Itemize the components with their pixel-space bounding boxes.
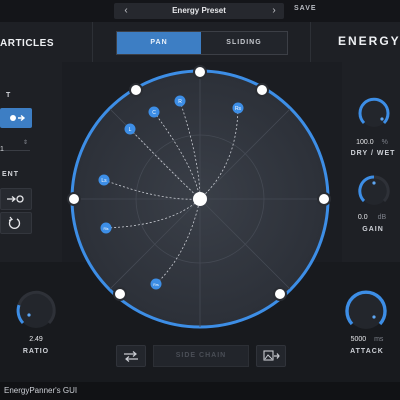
link-button[interactable] — [116, 345, 146, 367]
divider — [92, 22, 93, 62]
attack-knob[interactable] — [342, 286, 390, 334]
drywet-knob[interactable] — [356, 95, 392, 131]
attack-label: ATTACK — [350, 348, 384, 355]
drywet-label: DRY / WET — [350, 150, 396, 157]
gain-number: 0.0 — [357, 214, 368, 221]
speaker-node[interactable] — [113, 287, 127, 301]
attack-value: 5000 ms — [340, 336, 394, 343]
knob-indicator — [380, 117, 384, 121]
refresh-icon — [8, 216, 21, 229]
emitter-label: Rls — [103, 227, 108, 231]
emitter-point[interactable]: Rrs — [150, 278, 162, 290]
divider — [310, 22, 311, 62]
mode-tabs: PAN SLIDING — [116, 31, 288, 55]
speaker-node[interactable] — [129, 83, 143, 97]
gain-knob[interactable] — [356, 173, 392, 209]
drywet-value: 100.0 % — [352, 139, 392, 146]
gain-label: GAIN — [362, 226, 384, 233]
attack-unit: ms — [374, 336, 384, 343]
cycle-arrows-icon — [124, 351, 138, 362]
gain-value: 0.0 dB — [352, 214, 392, 221]
gain-unit: dB — [377, 214, 387, 221]
select-value: 1 — [0, 146, 4, 153]
knob-indicator — [27, 313, 31, 317]
speaker-node[interactable] — [67, 192, 81, 206]
arrow-dot-icon — [7, 195, 24, 203]
ratio-label: RATIO — [22, 348, 50, 355]
emitter-label: L — [129, 127, 132, 133]
footer-caption: EnergyPanner's GUI — [4, 386, 78, 395]
page-title: ENERGY — [338, 34, 400, 48]
section-label: ENT — [2, 171, 19, 178]
image-arrow-icon — [263, 350, 280, 361]
emitter-point[interactable]: C — [148, 106, 160, 118]
ratio-value: 2.49 — [29, 336, 43, 343]
attack-number: 5000 — [350, 336, 367, 343]
save-button[interactable]: SAVE — [294, 5, 317, 12]
emitter-point[interactable]: Rs — [232, 102, 244, 114]
listener-center-point[interactable] — [193, 192, 207, 206]
knob-indicator — [372, 315, 376, 319]
sidechain-button[interactable]: SIDE CHAIN — [153, 345, 249, 367]
chevron-left-icon[interactable]: ‹ — [118, 3, 134, 19]
emitter-point[interactable]: L — [124, 123, 136, 135]
emitter-label: Rrs — [153, 283, 159, 287]
ratio-knob[interactable] — [14, 288, 58, 332]
preset-selector[interactable]: Energy Preset — [114, 3, 284, 19]
emitter-move-button[interactable] — [0, 188, 32, 210]
emitter-add-button[interactable] — [0, 108, 32, 128]
speaker-node[interactable] — [193, 65, 207, 79]
emitter-label: Rs — [235, 106, 242, 112]
image-export-button[interactable] — [256, 345, 286, 367]
chevron-down-icon: ⇕ — [22, 140, 28, 146]
panner-field[interactable]: L C R Rs Ls Rls Rrs — [62, 62, 342, 342]
dot-arrow-icon — [10, 114, 26, 122]
emitter-point[interactable]: R — [174, 95, 186, 107]
select-field[interactable]: 1 ⇕ — [0, 138, 30, 153]
preset-name: Energy Preset — [172, 6, 226, 15]
emitter-label: C — [152, 110, 156, 116]
emitter-label: R — [178, 99, 182, 105]
chevron-right-icon[interactable]: › — [266, 3, 282, 19]
knob-indicator — [372, 181, 376, 185]
drywet-number: 100.0 — [356, 139, 374, 146]
emitter-label: Ls — [101, 178, 107, 184]
reset-button[interactable] — [0, 212, 32, 234]
drywet-unit: % — [381, 139, 388, 146]
brand-logo: ARTICLES — [0, 38, 54, 49]
emitter-point[interactable]: Rls — [100, 222, 112, 234]
speaker-node[interactable] — [273, 287, 287, 301]
tab-pan[interactable]: PAN — [117, 32, 201, 54]
speaker-node[interactable] — [317, 192, 331, 206]
tab-sliding[interactable]: SLIDING — [201, 32, 287, 54]
emitter-point[interactable]: Ls — [98, 174, 110, 186]
section-label: T — [6, 92, 12, 99]
speaker-node[interactable] — [255, 83, 269, 97]
